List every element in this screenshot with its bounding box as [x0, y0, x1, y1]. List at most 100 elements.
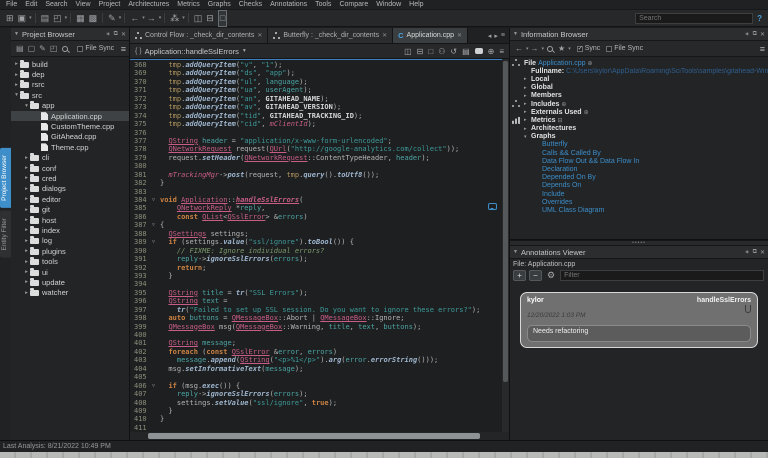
- expander-icon[interactable]: ▸: [13, 72, 20, 78]
- expand-all-icon[interactable]: ⊟: [558, 117, 563, 124]
- expand-all-icon[interactable]: ⊕: [588, 60, 593, 67]
- layout-columns-icon[interactable]: ◫: [404, 47, 412, 56]
- edit-file-icon-dropdown[interactable]: ▾: [119, 15, 122, 21]
- tab-scroll-right-icon[interactable]: ▸: [494, 32, 498, 40]
- globe-icon[interactable]: ⊕: [488, 47, 495, 56]
- tree-row-git[interactable]: ▸ git: [11, 204, 129, 214]
- code-line[interactable]: 376: [130, 129, 509, 137]
- layout-single-icon[interactable]: □: [217, 9, 228, 27]
- new-project-icon[interactable]: ⊞: [6, 11, 14, 26]
- code-line[interactable]: 398 auto buttons = QMessageBox::Abort | …: [130, 314, 509, 322]
- tree-row-cred[interactable]: ▸ cred: [11, 173, 129, 183]
- menu-window[interactable]: Window: [372, 0, 405, 9]
- info-row-declaration[interactable]: Declaration: [524, 165, 768, 173]
- search-icon[interactable]: [547, 45, 554, 52]
- expand-all-icon[interactable]: ⊕: [584, 109, 589, 116]
- expander-icon[interactable]: ▸: [23, 248, 30, 254]
- pin-icon[interactable]: ✶: [106, 31, 111, 38]
- graph-link[interactable]: Declaration: [542, 166, 577, 173]
- code-line[interactable]: 388 QSettings settings;: [130, 230, 509, 238]
- close-icon[interactable]: ✕: [457, 32, 462, 39]
- code-line[interactable]: 370 tmp.addQueryItem("ul", language);: [130, 78, 509, 86]
- code-line[interactable]: 404 msg.setInformativeText(message);: [130, 365, 509, 373]
- expand-all-icon[interactable]: ⊕: [561, 101, 566, 108]
- code-line[interactable]: 369 tmp.addQueryItem("ds", "app");: [130, 69, 509, 77]
- tab-scroll-left-icon[interactable]: ◂: [488, 32, 492, 40]
- menu-search[interactable]: Search: [41, 0, 71, 9]
- code-line[interactable]: 380: [130, 162, 509, 170]
- graph-icon[interactable]: [512, 100, 521, 108]
- graph-icon-dropdown[interactable]: ▾: [182, 15, 185, 21]
- code-line[interactable]: 368 tmp.addQueryItem("v", "1");: [130, 61, 509, 69]
- code-line[interactable]: 396 QString text =: [130, 297, 509, 305]
- fold-icon[interactable]: ▽: [152, 382, 160, 390]
- file-sync-checkbox[interactable]: [77, 45, 84, 52]
- tree-row-tools[interactable]: ▸ tools: [11, 256, 129, 266]
- tree-row-theme-cpp[interactable]: Theme.cpp: [11, 142, 129, 152]
- menu-project[interactable]: Project: [95, 0, 125, 9]
- expander-icon[interactable]: ▸: [524, 93, 531, 99]
- tree-row-watcher[interactable]: ▸ watcher: [11, 288, 129, 298]
- close-icon[interactable]: ✕: [257, 32, 262, 39]
- info-row-depends-on[interactable]: Depends On: [524, 182, 768, 190]
- info-row-members[interactable]: ▸ Members: [524, 92, 768, 100]
- tab-menu-icon[interactable]: ≡: [501, 32, 505, 39]
- tree-row-app[interactable]: ▾ app: [11, 101, 129, 111]
- tree-row-application-cpp[interactable]: Application.cpp: [11, 110, 129, 122]
- file-sync-checkbox[interactable]: [606, 45, 613, 52]
- expander-icon[interactable]: ▸: [524, 85, 531, 91]
- code-line[interactable]: 411: [130, 424, 509, 432]
- code-line[interactable]: 378 QNetworkRequest request(QUrl("http:/…: [130, 145, 509, 153]
- expander-icon[interactable]: ▸: [23, 186, 30, 192]
- remove-annotation-button[interactable]: −: [529, 270, 542, 281]
- new-file-icon[interactable]: ▤: [16, 44, 24, 53]
- file-icon[interactable]: ▢: [28, 44, 36, 53]
- tree-row-ui[interactable]: ▸ ui: [11, 267, 129, 277]
- code-line[interactable]: 405: [130, 373, 509, 381]
- edit-file-icon[interactable]: ✎: [108, 11, 116, 26]
- code-line[interactable]: 384 ▽ void Application::handleSslErrors(: [130, 196, 509, 204]
- paperclip-icon[interactable]: [745, 305, 751, 313]
- save-icon[interactable]: ▦: [76, 11, 85, 26]
- tree-row-rsrc[interactable]: ▸ rsrc: [11, 80, 129, 90]
- info-row-data-flow-out-data-flow-in[interactable]: Data Flow Out && Data Flow In: [524, 157, 768, 165]
- document-icon[interactable]: ▤: [462, 47, 470, 56]
- new-file-icon[interactable]: ▤: [41, 11, 50, 26]
- open-project-icon[interactable]: ▣: [18, 11, 27, 26]
- tree-row-update[interactable]: ▸ update: [11, 277, 129, 287]
- code-line[interactable]: 408 settings.setValue("ssl/ignore", true…: [130, 399, 509, 407]
- info-row-calls-called-by[interactable]: Calls && Called By: [524, 149, 768, 157]
- back-icon[interactable]: ←: [130, 11, 139, 26]
- code-line[interactable]: 393 }: [130, 272, 509, 280]
- expander-icon[interactable]: ▸: [23, 227, 30, 233]
- pin-icon[interactable]: ✶: [745, 249, 750, 256]
- wrench-icon[interactable]: ⚙: [547, 270, 555, 281]
- info-row-architectures[interactable]: ▸ Architectures: [524, 125, 768, 133]
- menu-icon[interactable]: ≡: [121, 44, 126, 54]
- code-line[interactable]: 410}: [130, 415, 509, 423]
- info-row-graphs[interactable]: ▾ Graphs: [524, 133, 768, 141]
- expander-icon[interactable]: ▸: [23, 290, 30, 296]
- annotation-card[interactable]: kylor handleSslErrors 12/20/2022 1:03 PM…: [520, 292, 758, 348]
- expander-icon[interactable]: ▸: [23, 207, 30, 213]
- code-line[interactable]: 395 QString title = tr("SSL Errors");: [130, 289, 509, 297]
- editor-tab-application-cpp[interactable]: C Application.cpp ✕: [393, 28, 469, 43]
- expander-icon[interactable]: ▸: [23, 217, 30, 223]
- tree-row-dialogs[interactable]: ▸ dialogs: [11, 184, 129, 194]
- edit-file-icon[interactable]: ✎: [39, 44, 46, 53]
- info-row-overrides[interactable]: Overrides: [524, 198, 768, 206]
- chart-icon[interactable]: [512, 116, 520, 124]
- code-line[interactable]: 399 QMessageBox msg(QMessageBox::Warning…: [130, 323, 509, 331]
- code-line[interactable]: 392 return;: [130, 264, 509, 272]
- history-icon[interactable]: ↺: [450, 47, 457, 56]
- chevron-down-icon[interactable]: ▼: [14, 31, 19, 37]
- code-line[interactable]: 374 tmp.addQueryItem("tid", GITAHEAD_TRA…: [130, 112, 509, 120]
- info-row-uml-class-diagram[interactable]: UML Class Diagram: [524, 206, 768, 214]
- graph-link[interactable]: Butterfly: [542, 141, 568, 148]
- menu-help[interactable]: Help: [405, 0, 427, 9]
- code-line[interactable]: 409 }: [130, 407, 509, 415]
- menu-tools[interactable]: Tools: [311, 0, 335, 9]
- expander-icon[interactable]: ▾: [524, 134, 531, 140]
- graph-icon[interactable]: [512, 59, 521, 67]
- chevron-down-icon[interactable]: ▼: [242, 48, 247, 54]
